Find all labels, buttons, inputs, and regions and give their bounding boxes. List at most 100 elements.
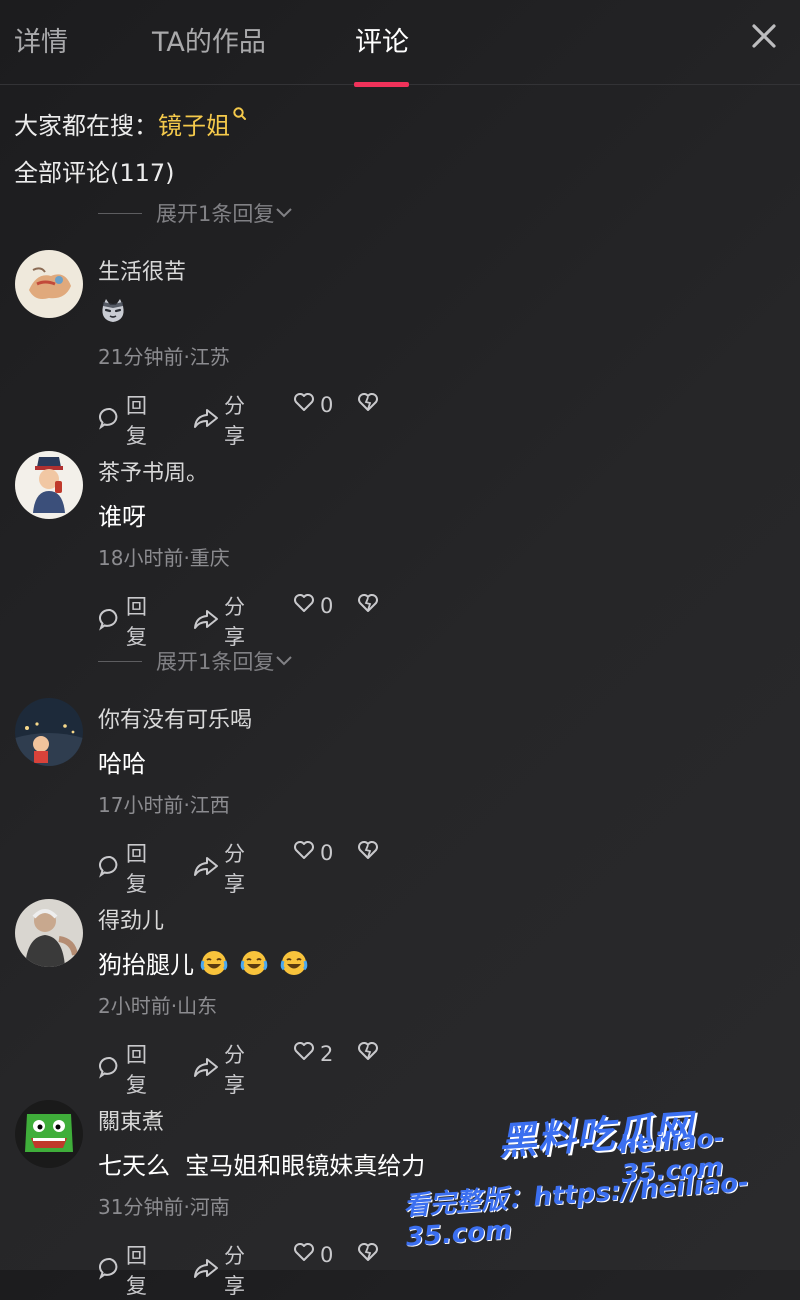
dislike-button[interactable] bbox=[356, 1240, 384, 1269]
dislike-button[interactable] bbox=[356, 591, 384, 620]
laugh-cry-emoji-icon bbox=[240, 949, 268, 983]
expand-replies-button[interactable]: 展开1条回复 bbox=[98, 646, 294, 676]
heart-icon bbox=[292, 1240, 320, 1269]
chevron-down-icon bbox=[274, 201, 294, 225]
comment-count: 全部评论(117) bbox=[14, 159, 175, 187]
search-icon[interactable] bbox=[230, 107, 248, 140]
reply-button[interactable]: 回复 bbox=[98, 1240, 147, 1300]
comment-text bbox=[98, 296, 128, 332]
comment-meta: 18小时前·重庆 bbox=[98, 546, 230, 570]
expand-replies-label: 展开1条回复 bbox=[156, 650, 275, 674]
share-icon bbox=[192, 1256, 224, 1285]
tab-works[interactable]: TA的作品 bbox=[152, 20, 266, 59]
share-label: 分享 bbox=[224, 394, 245, 448]
close-icon[interactable] bbox=[746, 18, 782, 54]
like-button[interactable]: 0 bbox=[292, 390, 333, 419]
comment-username[interactable]: 茶予书周。 bbox=[98, 455, 208, 487]
avatar[interactable] bbox=[15, 698, 83, 766]
avatar[interactable] bbox=[15, 451, 83, 519]
comment-icon bbox=[98, 406, 126, 435]
comment-meta: 2小时前·山东 bbox=[98, 994, 218, 1018]
tab-bar: 详情 TA的作品 评论 bbox=[0, 0, 800, 87]
laugh-cry-emoji-icon bbox=[200, 949, 228, 983]
comment-icon bbox=[98, 1256, 126, 1285]
dislike-button[interactable] bbox=[356, 838, 384, 867]
heart-icon bbox=[292, 1039, 320, 1068]
heart-icon bbox=[292, 591, 320, 620]
like-button[interactable]: 2 bbox=[292, 1039, 333, 1068]
like-count: 0 bbox=[320, 392, 334, 417]
broken-heart-icon bbox=[356, 1039, 384, 1068]
hot-search: 大家都在搜：镜子姐 bbox=[14, 106, 248, 141]
comment-text: 谁呀 bbox=[98, 503, 146, 531]
share-icon bbox=[192, 406, 224, 435]
avatar[interactable] bbox=[15, 250, 83, 318]
comment-item: 你有没有可乐喝 哈哈 17小时前·江西 回复 分享 0 bbox=[0, 698, 800, 898]
laugh-cry-emoji-icon bbox=[280, 949, 308, 983]
share-button[interactable]: 分享 bbox=[192, 1240, 245, 1300]
share-icon bbox=[192, 1055, 224, 1084]
reply-button[interactable]: 回复 bbox=[98, 591, 147, 651]
divider bbox=[98, 660, 142, 662]
broken-heart-icon bbox=[356, 838, 384, 867]
avatar[interactable] bbox=[15, 1100, 83, 1168]
broken-heart-icon bbox=[356, 390, 384, 419]
comment-icon bbox=[98, 1055, 126, 1084]
like-count: 0 bbox=[320, 840, 334, 865]
comment-username[interactable]: 你有没有可乐喝 bbox=[98, 702, 252, 734]
comment-meta: 21分钟前·江苏 bbox=[98, 345, 230, 369]
expand-replies-label: 展开1条回复 bbox=[156, 202, 275, 226]
share-button[interactable]: 分享 bbox=[192, 591, 245, 651]
reply-label: 回复 bbox=[126, 1043, 147, 1097]
like-button[interactable]: 0 bbox=[292, 591, 333, 620]
comment-text: 狗抬腿儿 bbox=[98, 945, 314, 983]
like-button[interactable]: 0 bbox=[292, 1240, 333, 1269]
chevron-down-icon bbox=[274, 649, 294, 673]
comment-item: 得劲儿 狗抬腿儿 2小时前·山东 回复 分享 2 bbox=[0, 899, 800, 1099]
comment-text-content: 狗抬腿儿 bbox=[98, 951, 194, 979]
comment-username[interactable]: 生活很苦 bbox=[98, 254, 186, 286]
reply-label: 回复 bbox=[126, 842, 147, 896]
dislike-button[interactable] bbox=[356, 390, 384, 419]
comment-item: 茶予书周。 谁呀 18小时前·重庆 回复 分享 0 bbox=[0, 451, 800, 651]
expand-replies-button[interactable]: 展开1条回复 bbox=[98, 198, 294, 228]
tab-details[interactable]: 详情 bbox=[14, 20, 68, 59]
comment-meta: 31分钟前·河南 bbox=[98, 1195, 230, 1219]
reply-button[interactable]: 回复 bbox=[98, 838, 147, 898]
like-count: 0 bbox=[320, 593, 334, 618]
tab-comments[interactable]: 评论 bbox=[355, 20, 409, 59]
like-count: 2 bbox=[320, 1041, 334, 1066]
hot-search-prefix: 大家都在搜： bbox=[14, 112, 158, 140]
comment-meta: 17小时前·江西 bbox=[98, 793, 230, 817]
share-icon bbox=[192, 854, 224, 883]
share-button[interactable]: 分享 bbox=[192, 838, 245, 898]
tab-indicator bbox=[354, 82, 409, 87]
share-label: 分享 bbox=[224, 1244, 245, 1298]
hot-search-keyword[interactable]: 镜子姐 bbox=[158, 112, 230, 140]
share-button[interactable]: 分享 bbox=[192, 1039, 245, 1099]
comment-icon bbox=[98, 854, 126, 883]
reply-button[interactable]: 回复 bbox=[98, 1039, 147, 1099]
reply-label: 回复 bbox=[126, 595, 147, 649]
cat-emoji-icon bbox=[98, 299, 128, 332]
avatar[interactable] bbox=[15, 899, 83, 967]
divider bbox=[98, 212, 142, 214]
like-button[interactable]: 0 bbox=[292, 838, 333, 867]
reply-button[interactable]: 回复 bbox=[98, 390, 147, 450]
share-label: 分享 bbox=[224, 1043, 245, 1097]
reply-label: 回复 bbox=[126, 394, 147, 448]
comment-icon bbox=[98, 607, 126, 636]
comment-item: 生活很苦 21分钟前·江苏 回复 分享 0 bbox=[0, 250, 800, 450]
heart-icon bbox=[292, 838, 320, 867]
reply-label: 回复 bbox=[126, 1244, 147, 1298]
broken-heart-icon bbox=[356, 1240, 384, 1269]
comment-username[interactable]: 得劲儿 bbox=[98, 903, 164, 935]
share-label: 分享 bbox=[224, 842, 245, 896]
comment-username[interactable]: 關東煮 bbox=[98, 1104, 164, 1136]
comment-text: 哈哈 bbox=[98, 750, 146, 778]
share-label: 分享 bbox=[224, 595, 245, 649]
broken-heart-icon bbox=[356, 591, 384, 620]
comment-text: 七天么 宝马姐和眼镜妹真给力 bbox=[98, 1152, 426, 1180]
share-button[interactable]: 分享 bbox=[192, 390, 245, 450]
dislike-button[interactable] bbox=[356, 1039, 384, 1068]
